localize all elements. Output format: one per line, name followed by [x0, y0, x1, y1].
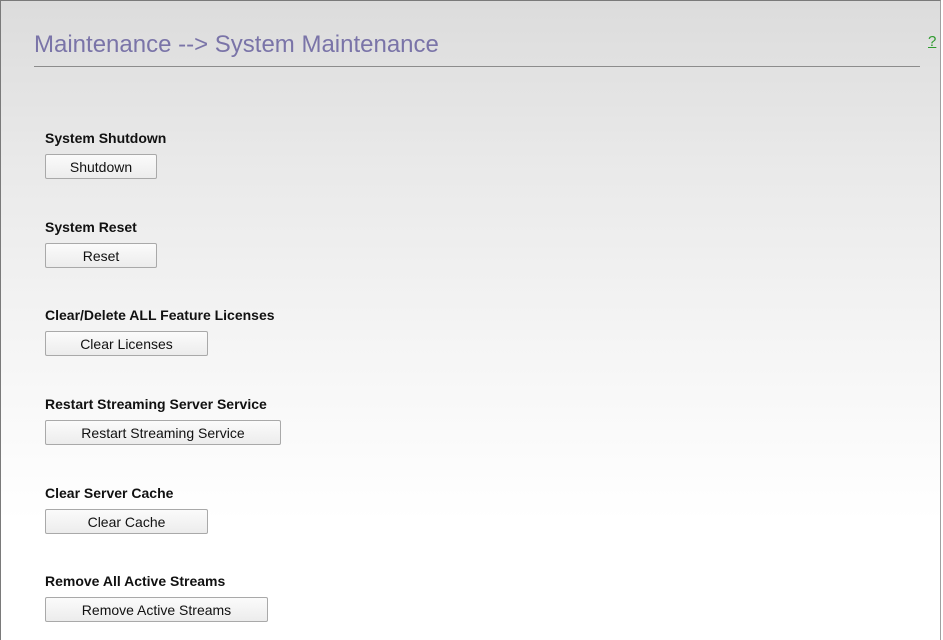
section-clear-licenses: Clear/Delete ALL Feature Licenses Clear … — [45, 306, 275, 356]
section-label-clear-licenses: Clear/Delete ALL Feature Licenses — [45, 307, 275, 323]
section-label-system-shutdown: System Shutdown — [45, 130, 167, 146]
clear-cache-button[interactable]: Clear Cache — [45, 509, 208, 534]
reset-button[interactable]: Reset — [45, 243, 157, 268]
section-system-reset: System Reset Reset — [45, 218, 157, 268]
section-label-remove-active-streams: Remove All Active Streams — [45, 573, 226, 589]
section-clear-server-cache: Clear Server Cache Clear Cache — [45, 484, 208, 534]
section-label-system-reset: System Reset — [45, 219, 137, 235]
maintenance-panel: Maintenance --> System Maintenance ? Sys… — [0, 0, 941, 640]
page-title: Maintenance --> System Maintenance — [34, 31, 439, 58]
section-label-clear-server-cache: Clear Server Cache — [45, 485, 174, 501]
remove-active-streams-button[interactable]: Remove Active Streams — [45, 597, 268, 622]
title-divider — [34, 66, 920, 67]
section-restart-streaming: Restart Streaming Server Service Restart… — [45, 395, 281, 445]
shutdown-button[interactable]: Shutdown — [45, 154, 157, 179]
section-label-restart-streaming: Restart Streaming Server Service — [45, 396, 267, 412]
restart-streaming-service-button[interactable]: Restart Streaming Service — [45, 420, 281, 445]
section-system-shutdown: System Shutdown Shutdown — [45, 129, 166, 179]
help-link[interactable]: ? — [928, 33, 936, 50]
clear-licenses-button[interactable]: Clear Licenses — [45, 331, 208, 356]
section-remove-active-streams: Remove All Active Streams Remove Active … — [45, 572, 268, 622]
